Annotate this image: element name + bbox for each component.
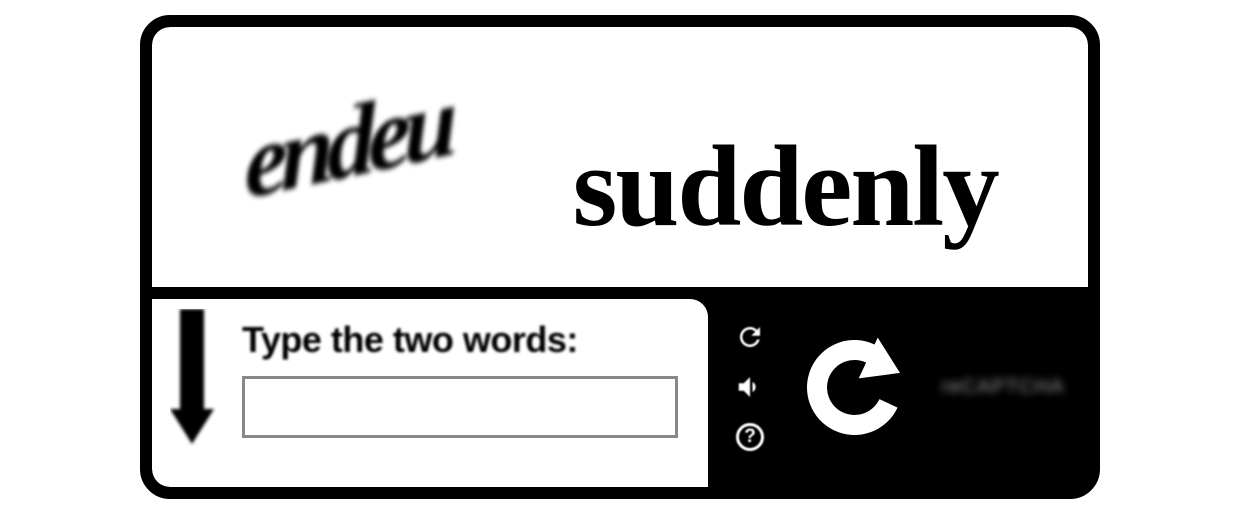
captcha-widget: endeu suddenly Type the two words: [140, 15, 1100, 499]
captcha-small-controls: ? [733, 320, 767, 454]
audio-icon[interactable] [733, 370, 767, 404]
arrow-down-icon [170, 309, 225, 449]
captcha-input-panel: Type the two words: [152, 299, 708, 487]
captcha-word-distorted: endeu [242, 62, 451, 222]
captcha-text-input[interactable] [242, 376, 678, 438]
captcha-controls-panel: ? reCAPTCHA [708, 287, 1088, 487]
captcha-challenge-image: endeu suddenly [152, 27, 1088, 287]
captcha-input-label: Type the two words: [242, 319, 678, 361]
refresh-small-icon[interactable] [733, 320, 767, 354]
captcha-input-row: Type the two words: ? [152, 287, 1088, 487]
refresh-large-icon[interactable] [792, 322, 917, 452]
captcha-brand-label: reCAPTCHA [942, 376, 1064, 399]
captcha-word-readable: suddenly [573, 121, 998, 253]
help-icon[interactable]: ? [733, 420, 767, 454]
